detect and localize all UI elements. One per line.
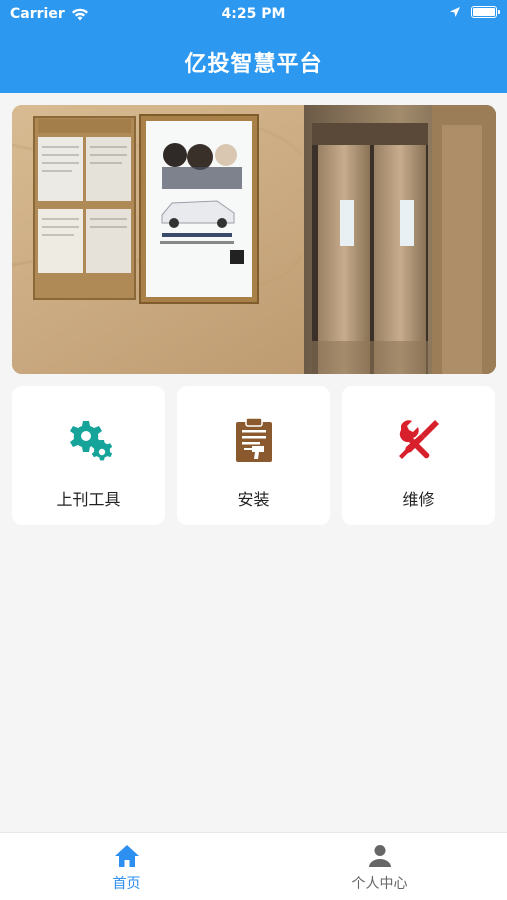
status-time: 4:25 PM [221,6,286,22]
banner-image[interactable] [12,105,496,374]
home-icon [114,845,139,867]
feature-card-publishing-tools[interactable]: 上刊工具 [12,386,165,525]
feature-card-installation[interactable]: 安装 [177,386,330,525]
elevator-lobby-ad-photo [12,105,496,374]
location-arrow-icon [450,7,460,17]
tools-icon [398,420,439,459]
status-right-group [449,6,500,18]
tab-home[interactable]: 首页 [0,833,253,900]
tab-label: 个人中心 [351,876,408,892]
feature-card-label: 维修 [402,490,435,509]
battery-fill [473,8,495,16]
feature-cards: 上刊工具 安装 维修 [12,386,496,525]
feature-card-label: 安装 [237,490,270,509]
status-bar: Carrier 4:25 PM [0,0,507,28]
person-icon [368,845,391,867]
clipboard-drill-icon [235,417,272,462]
gears-icon [69,421,112,461]
page-title: 亿投智慧平台 [184,52,323,77]
tab-profile[interactable]: 个人中心 [253,833,506,900]
battery-icon [471,6,500,18]
feature-card-repair[interactable]: 维修 [342,386,495,525]
feature-card-label: 上刊工具 [56,490,121,509]
bottom-tab-bar: 首页 个人中心 [0,832,507,900]
app-header: Carrier 4:25 PM 亿投智慧平台 [0,0,507,93]
tab-label: 首页 [112,876,141,892]
